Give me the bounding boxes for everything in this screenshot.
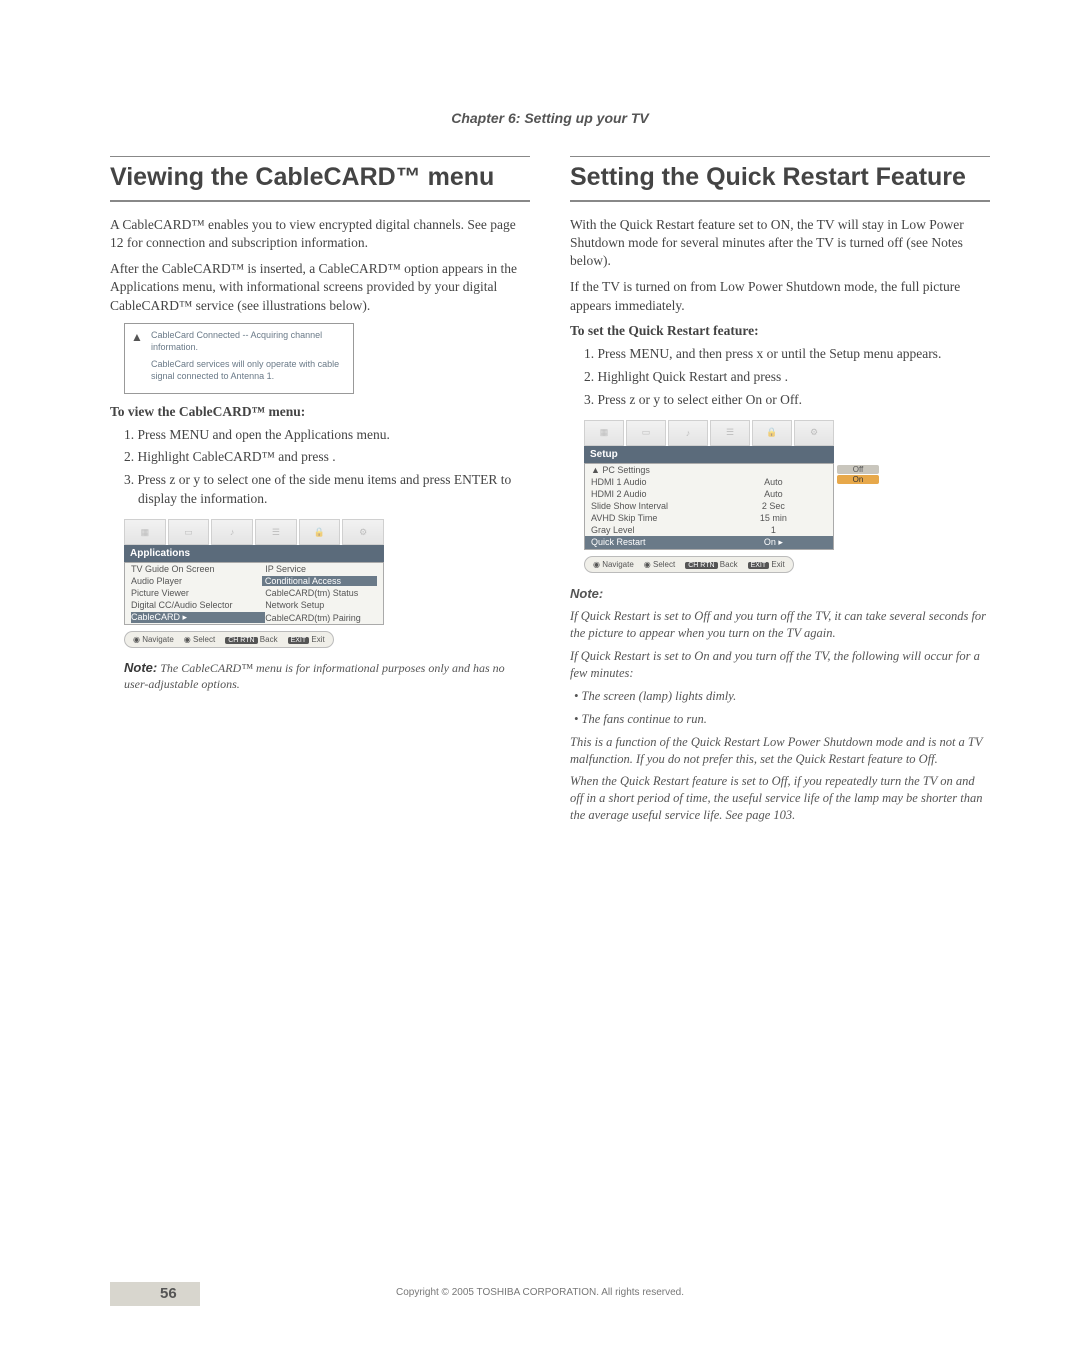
tab-icon: ▭: [168, 519, 210, 545]
note-label: Note:: [570, 586, 603, 601]
select-hint: ◉ Select: [184, 635, 215, 644]
note-para: If Quick Restart is set to On and you tu…: [570, 648, 990, 682]
menu-row: HDMI 1 AudioAuto: [585, 476, 833, 488]
left-note: Note: The CableCARD™ menu is for informa…: [124, 660, 530, 692]
tab-icon: ▦: [124, 519, 166, 545]
back-hint: CH RTN Back: [685, 560, 737, 569]
right-step-2: 2. Highlight Quick Restart and press .: [584, 368, 990, 387]
applications-bar: Applications: [124, 545, 384, 562]
setup-menu-screenshot: ▦ ▭ ♪ ☰ 🔒 ⚙ Setup ▲ PC SettingsHDMI 1 Au…: [584, 420, 834, 573]
right-p1: With the Quick Restart feature set to ON…: [570, 216, 990, 271]
tab-icon: ☰: [710, 420, 750, 446]
right-subhead: To set the Quick Restart feature:: [570, 323, 990, 339]
menu-row: Digital CC/Audio SelectorNetwork Setup: [125, 599, 383, 611]
tab-icon: ▭: [626, 420, 666, 446]
note-text: The CableCARD™ menu is for informational…: [124, 661, 505, 691]
left-steps: 1. Press MENU and open the Applications …: [110, 426, 530, 510]
menu-row: HDMI 2 AudioAuto: [585, 488, 833, 500]
note-para: This is a function of the Quick Restart …: [570, 734, 990, 768]
menu-footer: ◉ Navigate ◉ Select CH RTN Back EXIT Exi…: [124, 631, 334, 648]
right-section-title: Setting the Quick Restart Feature: [570, 156, 990, 202]
right-notes: Note: If Quick Restart is set to Off and…: [570, 585, 990, 825]
right-step-3: 3. Press z or y to select either On or O…: [584, 391, 990, 410]
left-column: Viewing the CableCARD™ menu A CableCARD™…: [110, 156, 530, 830]
nav-hint: ◉ Navigate: [133, 635, 174, 644]
menu-row: AVHD Skip Time15 min: [585, 512, 833, 524]
note-para: When the Quick Restart feature is set to…: [570, 773, 990, 824]
tab-icon: ☰: [255, 519, 297, 545]
menu-row: Audio PlayerConditional Access: [125, 575, 383, 587]
tab-icon: ▦: [584, 420, 624, 446]
tab-icon: ⚙: [794, 420, 834, 446]
menu-footer: ◉ Navigate ◉ Select CH RTN Back EXIT Exi…: [584, 556, 794, 573]
menu-row: Quick RestartOn ▸: [585, 536, 833, 549]
right-step-1: 1. Press MENU, and then press x or until…: [584, 345, 990, 364]
copyright-footer: Copyright © 2005 TOSHIBA CORPORATION. Al…: [0, 1287, 1080, 1298]
tab-icon: 🔒: [752, 420, 792, 446]
left-p2: After the CableCARD™ is inserted, a Cabl…: [110, 260, 530, 315]
note-label: Note:: [124, 660, 157, 675]
left-step-3: 3. Press z or y to select one of the sid…: [124, 471, 530, 509]
menu-row: TV Guide On ScreenIP Service: [125, 563, 383, 575]
left-step-1: 1. Press MENU and open the Applications …: [124, 426, 530, 445]
tab-icon: ⚙: [342, 519, 384, 545]
left-step-2: 2. Highlight CableCARD™ and press .: [124, 448, 530, 467]
right-steps: 1. Press MENU, and then press x or until…: [570, 345, 990, 410]
left-subhead: To view the CableCARD™ menu:: [110, 404, 530, 420]
menu-row: CableCARD ▸CableCARD(tm) Pairing: [125, 611, 383, 624]
menu-row: Picture ViewerCableCARD(tm) Status: [125, 587, 383, 599]
cablecard-alert-screenshot: ▲ CableCard Connected -- Acquiring chann…: [124, 323, 354, 394]
menu-row: ▲ PC Settings: [585, 464, 833, 476]
exit-hint: EXIT Exit: [748, 560, 785, 569]
alert-line1: CableCard Connected -- Acquiring channel…: [151, 330, 345, 353]
note-bullet: The screen (lamp) lights dimly.: [574, 688, 990, 705]
menu-row: Slide Show Interval2 Sec: [585, 500, 833, 512]
tab-icon: ♪: [668, 420, 708, 446]
alert-line2: CableCard services will only operate wit…: [151, 359, 345, 382]
chapter-header: Chapter 6: Setting up your TV: [110, 110, 990, 126]
tab-icon: 🔒: [299, 519, 341, 545]
menu-row: Gray Level1: [585, 524, 833, 536]
setup-bar: Setup: [584, 446, 834, 463]
left-section-title: Viewing the CableCARD™ menu: [110, 156, 530, 202]
back-hint: CH RTN Back: [225, 635, 277, 644]
exit-hint: EXIT Exit: [288, 635, 325, 644]
select-hint: ◉ Select: [644, 560, 675, 569]
left-p1: A CableCARD™ enables you to view encrypt…: [110, 216, 530, 252]
nav-hint: ◉ Navigate: [593, 560, 634, 569]
applications-menu-screenshot: ▦ ▭ ♪ ☰ 🔒 ⚙ Applications TV Guide On Scr…: [124, 519, 384, 648]
note-para: If Quick Restart is set to Off and you t…: [570, 608, 990, 642]
warning-icon: ▲: [131, 330, 145, 342]
tab-icon: ♪: [211, 519, 253, 545]
right-p2: If the TV is turned on from Low Power Sh…: [570, 278, 990, 314]
right-column: Setting the Quick Restart Feature With t…: [570, 156, 990, 830]
note-bullet: The fans continue to run.: [574, 711, 990, 728]
